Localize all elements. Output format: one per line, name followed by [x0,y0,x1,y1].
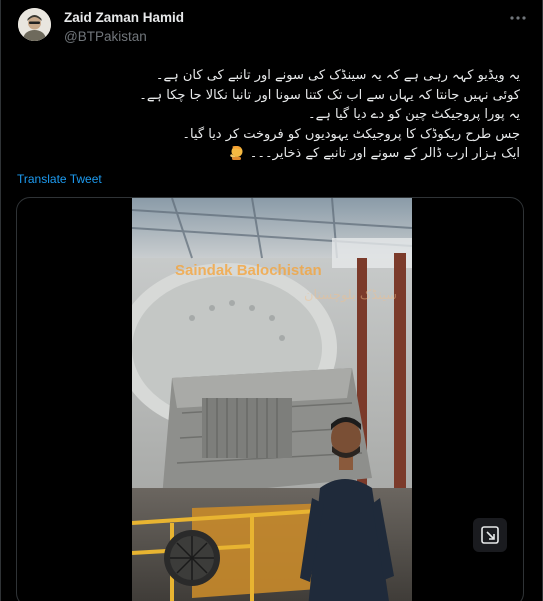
more-options-icon[interactable] [508,10,528,26]
tweet: Zaid Zaman Hamid @BTPakistan یہ ویڈیو کہ… [0,0,543,601]
avatar[interactable] [18,8,51,41]
video-watermark-urdu: سینڈک بلوچستان [304,288,398,303]
tweet-line-text: ایک ہزار ارب ڈالر کے سونے اور تانبے کے ذ… [249,146,520,162]
tweet-line: کوئی نہیں جانتا کہ یہاں سے اب تک کتنا سو… [139,87,520,103]
translate-tweet-link[interactable]: Translate Tweet [17,172,102,186]
tweet-line: یہ ویڈیو کہہ رہی ہے کہ یہ سینڈک کی سونے … [155,68,520,83]
author-handle[interactable]: @BTPakistan [64,29,147,44]
media-card[interactable]: Saindak Balochistan سینڈک بلوچستان [16,197,524,601]
expand-icon[interactable] [473,518,507,552]
video-frame[interactable]: Saindak Balochistan سینڈک بلوچستان [132,198,412,601]
video-watermark-text: Saindak Balochistan [175,262,322,279]
tweet-line: یہ پورا پروجیکٹ چین کو دے دیا گیا ہے۔ [308,107,520,123]
facepalm-emoji-icon [229,145,244,167]
tweet-line: جس طرح ریکوڈک کا پروجیکٹ یہودیوں کو فروخ… [182,126,520,142]
author-display-name[interactable]: Zaid Zaman Hamid [64,10,184,25]
tweet-line: ایک ہزار ارب ڈالر کے سونے اور تانبے کے ذ… [40,144,520,167]
tweet-text: یہ ویڈیو کہہ رہی ہے کہ یہ سینڈک کی سونے … [40,66,520,167]
